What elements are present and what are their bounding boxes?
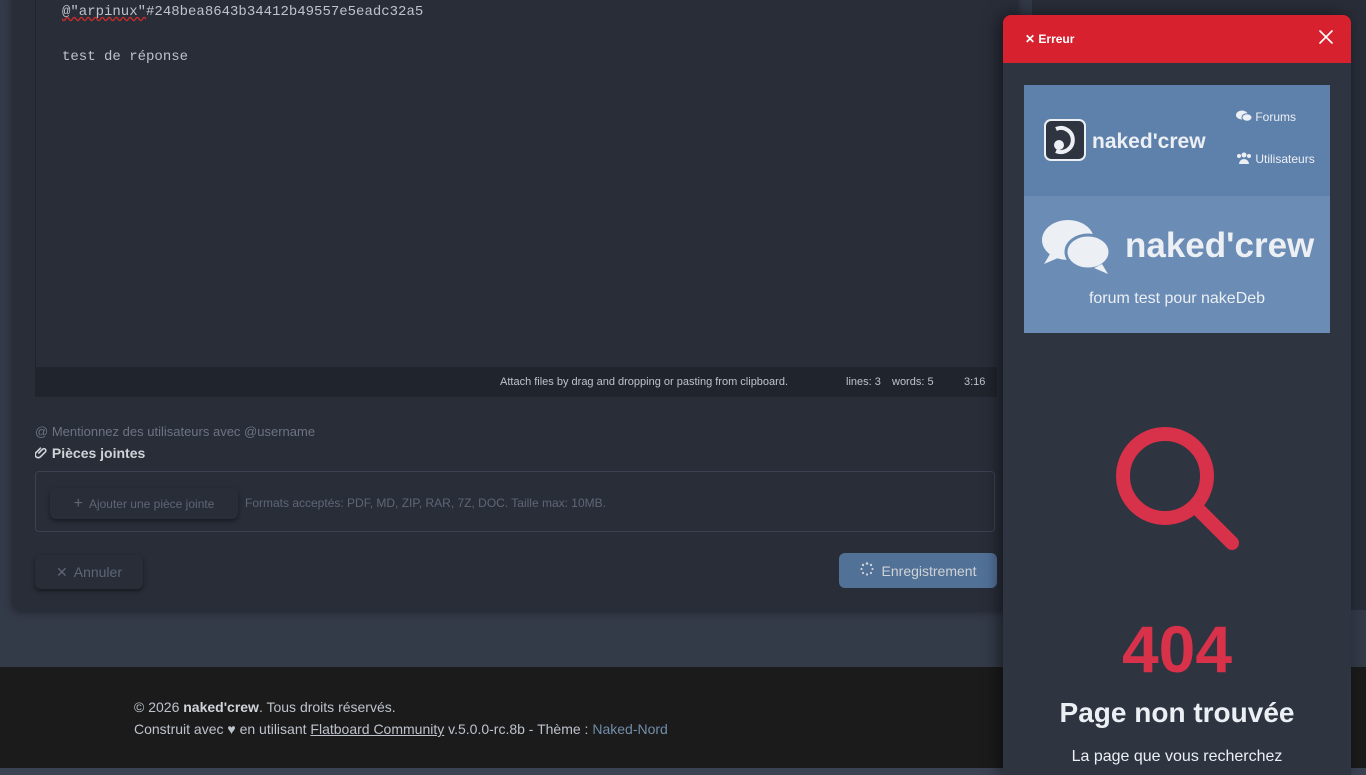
error-message: La page que vous recherchez (1071, 748, 1283, 765)
screenshot-hero: naked'crew forum test pour nakeDeb (1024, 196, 1330, 333)
comments-icon (1236, 110, 1255, 124)
modal-header: ✕ Erreur (1003, 15, 1351, 63)
screenshot-navbar: naked'crew Forums Utilisateurs (1024, 85, 1330, 196)
nav-forums-label: Forums (1255, 110, 1297, 124)
nav-forums: Forums (1236, 110, 1296, 124)
screenshot-hero-title: naked'crew (1125, 226, 1315, 265)
modal-title: ✕ Erreur (1025, 32, 1075, 46)
site-screenshot: naked'crew Forums Utilisateurs naked'cre… (1024, 85, 1330, 333)
error-title: Page non trouvée (1059, 697, 1295, 728)
comments-icon (1040, 216, 1112, 281)
search-icon (1116, 427, 1240, 556)
screenshot-brand: naked'crew (1092, 130, 1206, 153)
nav-users-label: Utilisateurs (1255, 152, 1315, 166)
error-modal: ✕ Erreur naked'crew Forums Utilisateurs … (1003, 15, 1351, 775)
error-code: 404 (1121, 612, 1233, 686)
screenshot-hero-subtitle: forum test pour nakeDeb (1088, 290, 1266, 307)
close-modal-button[interactable] (1317, 28, 1335, 46)
nav-users: Utilisateurs (1236, 152, 1315, 166)
users-icon (1236, 152, 1255, 166)
logo-icon (1044, 119, 1086, 166)
close-icon (1319, 30, 1333, 44)
